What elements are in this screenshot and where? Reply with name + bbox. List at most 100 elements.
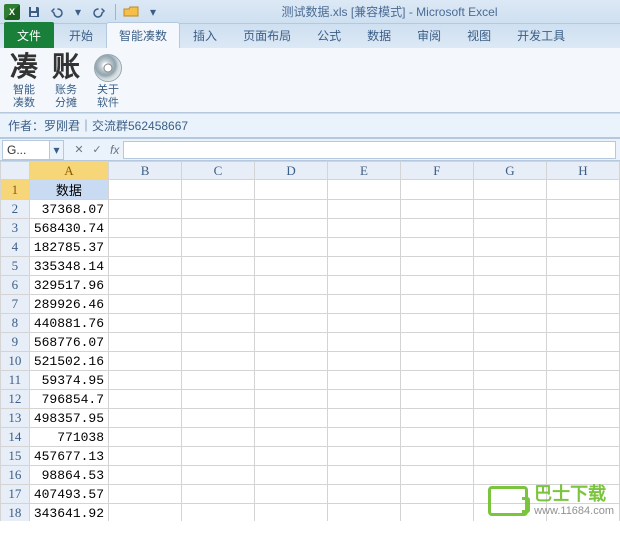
cell[interactable] [182, 180, 255, 200]
cell[interactable] [182, 352, 255, 371]
col-header-E[interactable]: E [328, 162, 401, 180]
cell[interactable] [109, 200, 182, 219]
cell[interactable] [109, 238, 182, 257]
cell[interactable] [473, 371, 546, 390]
cell[interactable] [255, 428, 328, 447]
cell[interactable] [109, 390, 182, 409]
cell[interactable] [255, 238, 328, 257]
cell[interactable] [255, 485, 328, 504]
tab-4[interactable]: 公式 [304, 22, 354, 48]
cell[interactable] [182, 466, 255, 485]
cell[interactable] [400, 371, 473, 390]
row-header[interactable]: 14 [1, 428, 30, 447]
cell[interactable] [400, 333, 473, 352]
formula-input[interactable] [123, 141, 616, 159]
cell[interactable]: 568430.74 [29, 219, 108, 238]
cell[interactable] [473, 428, 546, 447]
ribbon-group-2[interactable]: 关于软件 [94, 54, 122, 110]
cell[interactable] [255, 333, 328, 352]
cell[interactable] [255, 466, 328, 485]
cell[interactable] [546, 180, 619, 200]
cell[interactable] [182, 333, 255, 352]
cell[interactable] [328, 257, 401, 276]
cell[interactable] [473, 409, 546, 428]
cell[interactable] [328, 371, 401, 390]
cell[interactable] [255, 276, 328, 295]
cell[interactable] [400, 485, 473, 504]
col-header-D[interactable]: D [255, 162, 328, 180]
cell[interactable] [182, 200, 255, 219]
cell[interactable] [182, 371, 255, 390]
row-header[interactable]: 16 [1, 466, 30, 485]
cell[interactable]: 796854.7 [29, 390, 108, 409]
cell[interactable] [109, 352, 182, 371]
cell[interactable] [182, 428, 255, 447]
cell[interactable] [546, 276, 619, 295]
cell[interactable] [255, 352, 328, 371]
tab-7[interactable]: 视图 [454, 22, 504, 48]
tab-8[interactable]: 开发工具 [504, 22, 578, 48]
cell[interactable] [109, 447, 182, 466]
cell[interactable] [546, 428, 619, 447]
col-header-H[interactable]: H [546, 162, 619, 180]
row-header[interactable]: 18 [1, 504, 30, 522]
worksheet-grid[interactable]: ABCDEFGH1数据237368.073568430.744182785.37… [0, 161, 620, 521]
row-header[interactable]: 5 [1, 257, 30, 276]
cell[interactable] [546, 447, 619, 466]
cell[interactable] [473, 257, 546, 276]
select-all-corner[interactable] [1, 162, 30, 180]
cell[interactable] [328, 428, 401, 447]
cell[interactable] [328, 504, 401, 522]
undo-icon[interactable] [46, 2, 66, 22]
cell[interactable] [328, 238, 401, 257]
cell[interactable] [400, 200, 473, 219]
folder-icon[interactable] [121, 2, 141, 22]
row-header[interactable]: 8 [1, 314, 30, 333]
cell[interactable] [109, 180, 182, 200]
cell[interactable]: 数据 [29, 180, 108, 200]
cell[interactable] [255, 200, 328, 219]
tab-5[interactable]: 数据 [354, 22, 404, 48]
cell[interactable] [255, 257, 328, 276]
cell[interactable] [328, 466, 401, 485]
cell[interactable] [109, 276, 182, 295]
row-header[interactable]: 3 [1, 219, 30, 238]
cell[interactable] [182, 295, 255, 314]
cell[interactable] [546, 314, 619, 333]
cell[interactable] [182, 276, 255, 295]
tab-0[interactable]: 开始 [56, 22, 106, 48]
row-header[interactable]: 2 [1, 200, 30, 219]
cell[interactable] [473, 390, 546, 409]
cell[interactable]: 343641.92 [29, 504, 108, 522]
cell[interactable] [255, 371, 328, 390]
cell[interactable] [255, 314, 328, 333]
tab-file[interactable]: 文件 [4, 22, 54, 48]
cell[interactable] [328, 295, 401, 314]
cell[interactable] [182, 504, 255, 522]
cell[interactable] [255, 390, 328, 409]
fx-icon[interactable]: fx [110, 143, 119, 157]
cell[interactable] [400, 352, 473, 371]
save-icon[interactable] [24, 2, 44, 22]
row-header[interactable]: 10 [1, 352, 30, 371]
cell[interactable] [400, 180, 473, 200]
row-header[interactable]: 7 [1, 295, 30, 314]
cell[interactable] [182, 409, 255, 428]
cell[interactable] [473, 295, 546, 314]
cell[interactable] [473, 276, 546, 295]
cell[interactable] [109, 504, 182, 522]
cell[interactable] [328, 485, 401, 504]
cell[interactable] [400, 314, 473, 333]
cell[interactable] [400, 428, 473, 447]
redo-icon[interactable] [90, 2, 110, 22]
cell[interactable] [328, 447, 401, 466]
cell[interactable] [400, 276, 473, 295]
cell[interactable]: 568776.07 [29, 333, 108, 352]
row-header[interactable]: 15 [1, 447, 30, 466]
row-header[interactable]: 9 [1, 333, 30, 352]
cell[interactable] [546, 333, 619, 352]
cell[interactable] [546, 219, 619, 238]
cell[interactable] [109, 466, 182, 485]
cell[interactable] [473, 333, 546, 352]
cell[interactable] [546, 238, 619, 257]
